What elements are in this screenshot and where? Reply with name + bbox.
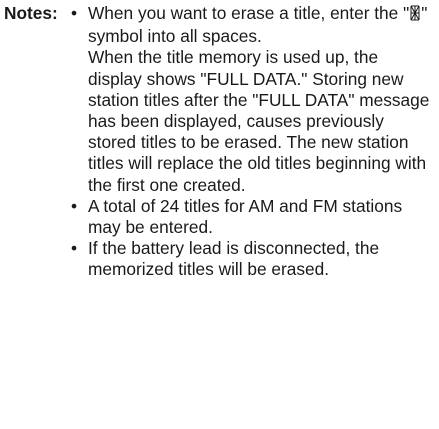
- list-item: • When you want to erase a title, enter …: [70, 3, 436, 196]
- note-extra-paragraph: When the title memory is used up, the di…: [88, 47, 430, 195]
- list-item: • If the battery lead is disconnected, t…: [70, 238, 436, 280]
- notes-list: • When you want to erase a title, enter …: [70, 3, 436, 281]
- bullet-icon: •: [71, 238, 78, 259]
- bullet-icon: •: [71, 195, 78, 216]
- segment-display-blank-symbol-icon: [410, 5, 420, 26]
- list-item: • A total of 24 titles for AM and FM sta…: [70, 196, 436, 238]
- note-text-before-symbol: When you want to erase a title, enter th…: [88, 3, 410, 23]
- bullet-icon: •: [71, 3, 78, 23]
- note-text: A total of 24 titles for AM and FM stati…: [88, 195, 403, 238]
- notes-label: Notes:: [4, 3, 58, 23]
- note-text: If the battery lead is disconnected, the…: [88, 238, 380, 280]
